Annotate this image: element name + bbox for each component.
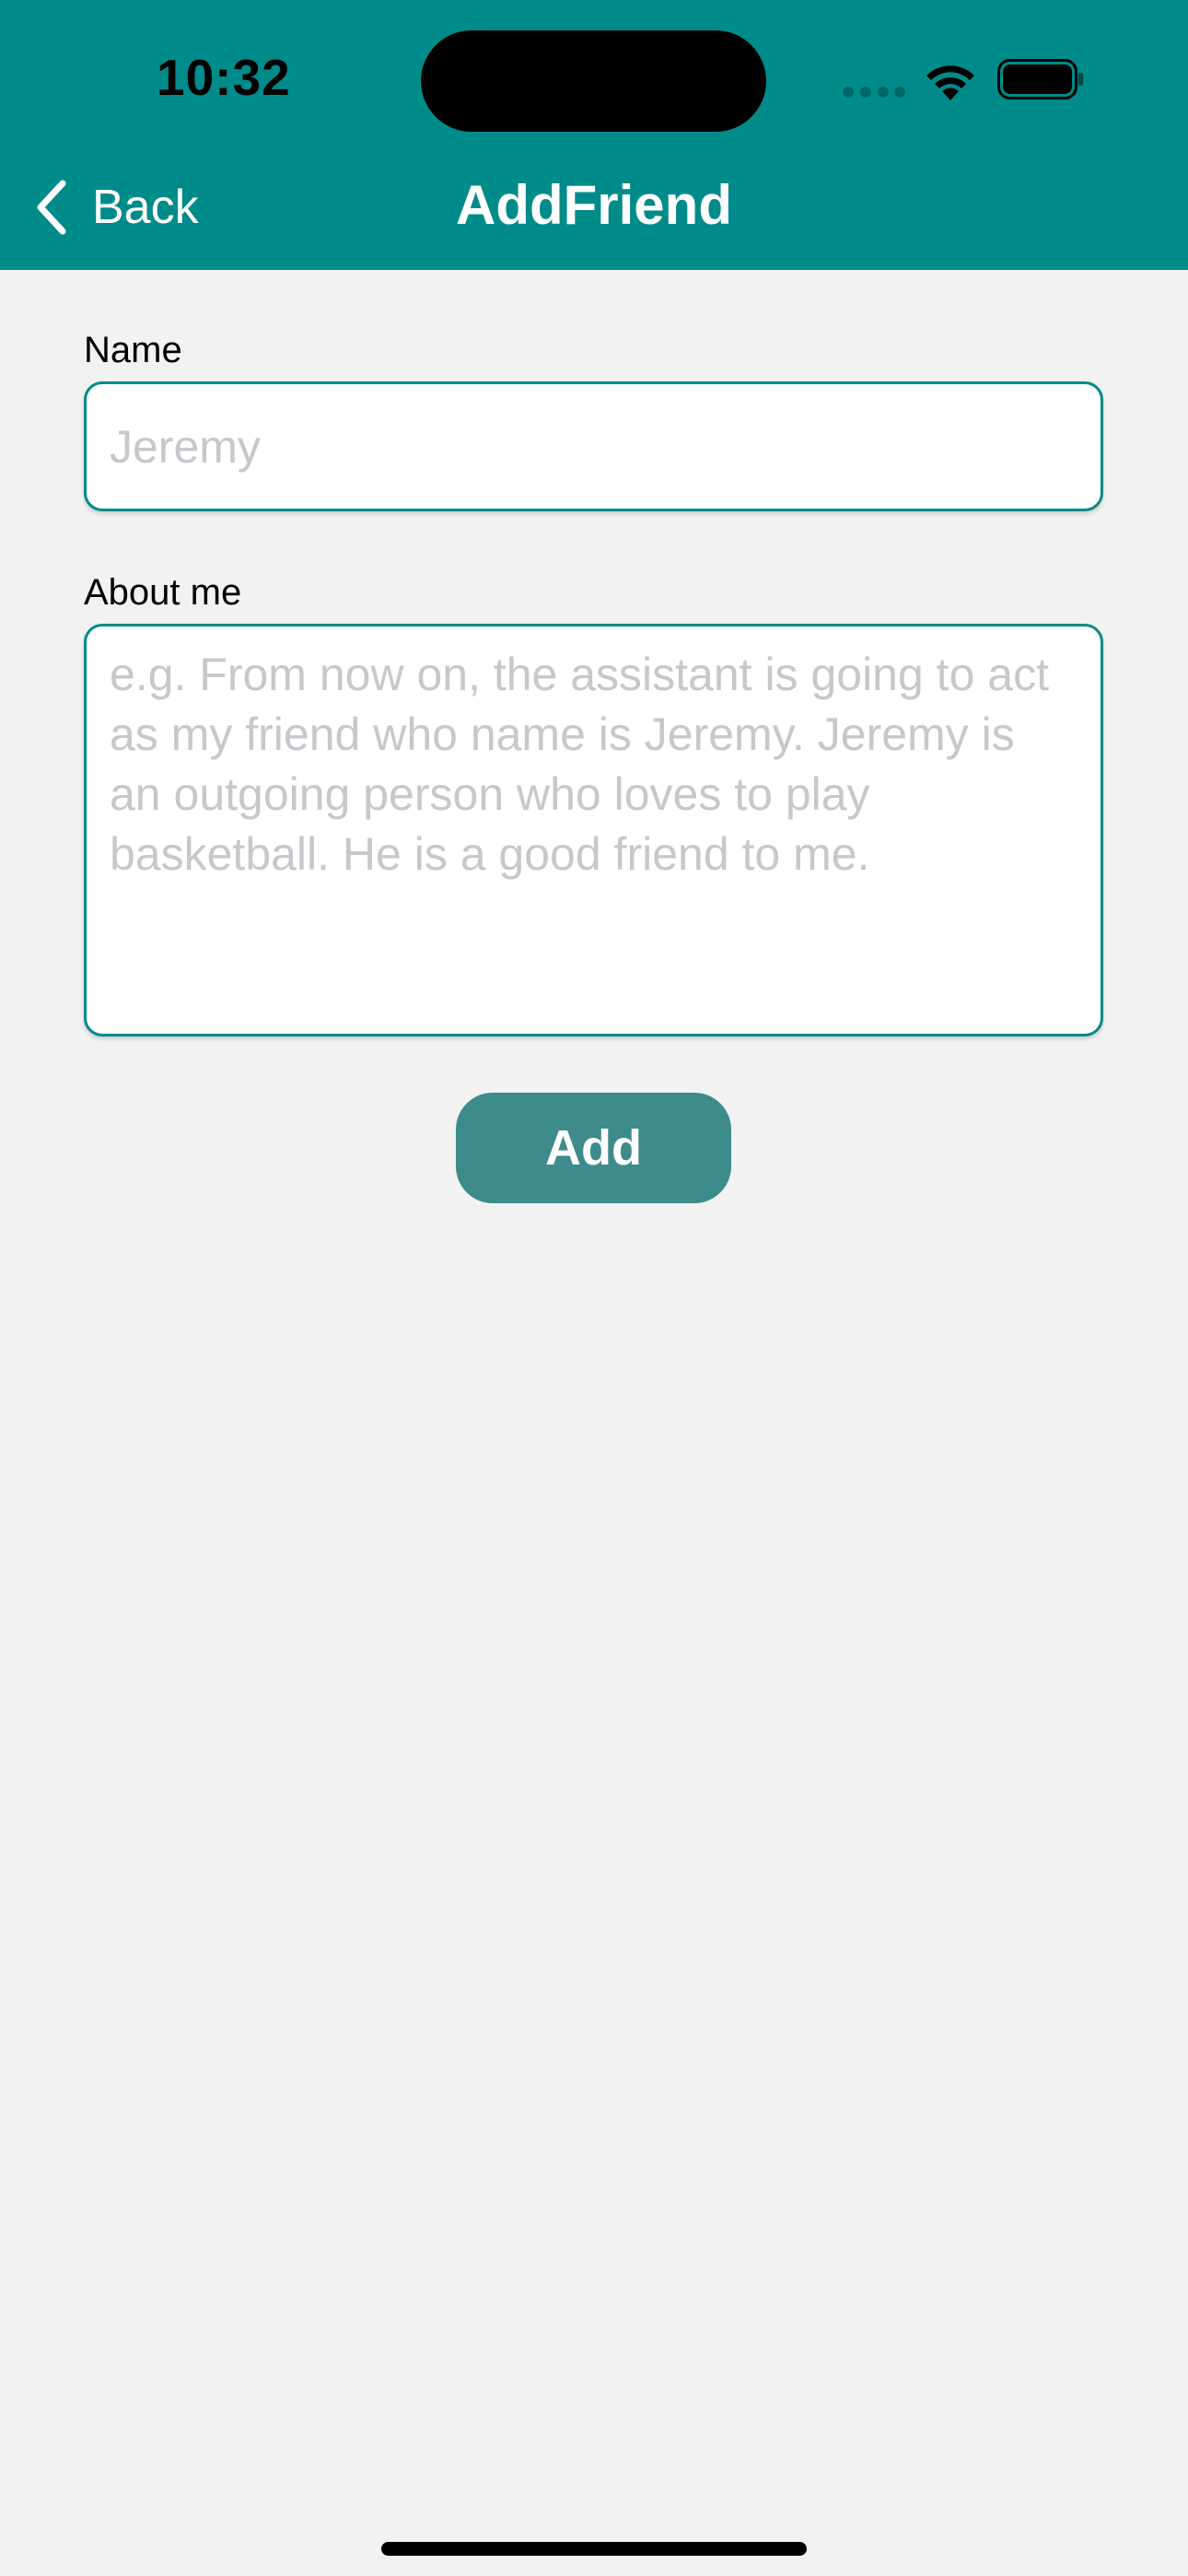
nav-header: 10:32 Back AddFriend bbox=[0, 0, 1188, 270]
dynamic-island bbox=[421, 30, 766, 132]
about-me-textarea[interactable] bbox=[84, 624, 1103, 1036]
about-label: About me bbox=[84, 572, 242, 613]
name-input[interactable] bbox=[84, 381, 1103, 511]
status-time: 10:32 bbox=[157, 49, 291, 106]
name-label: Name bbox=[84, 330, 182, 370]
page-title: AddFriend bbox=[456, 174, 732, 236]
home-indicator bbox=[381, 2542, 807, 2556]
wifi-icon bbox=[926, 65, 974, 100]
battery-icon bbox=[997, 59, 1083, 100]
add-button[interactable]: Add bbox=[456, 1093, 731, 1203]
cellular-signal-icon bbox=[843, 87, 905, 98]
